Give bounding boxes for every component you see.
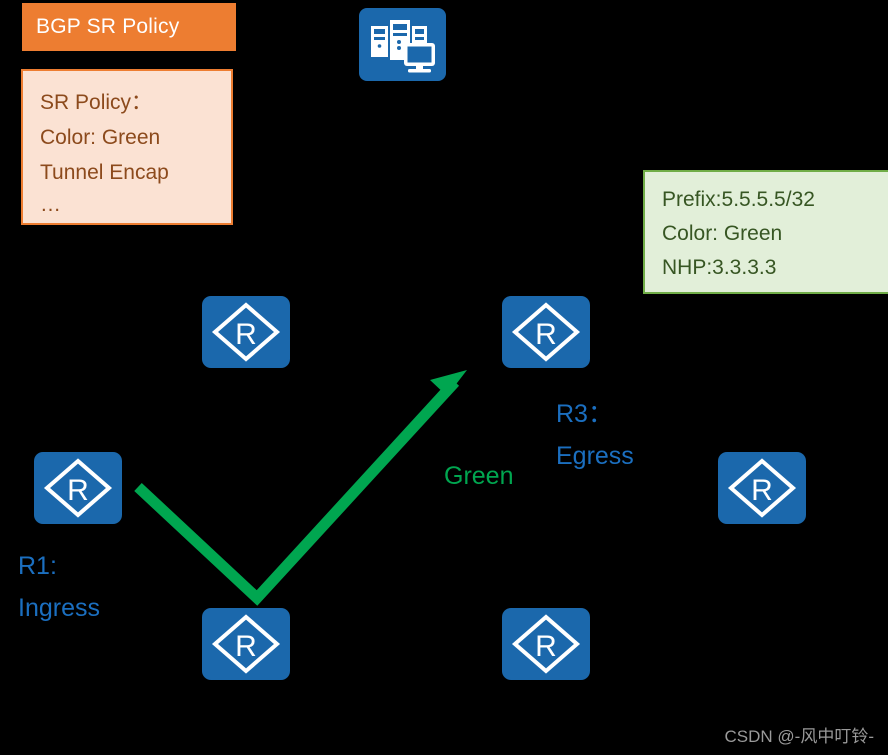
router-node-bottom-left[interactable]: R (202, 608, 290, 680)
router-label-r3-line2: Egress (556, 442, 634, 470)
router-label-r1: R1: Ingress (18, 545, 100, 629)
prefix-line-prefix: Prefix:5.5.5.5/32 (662, 188, 815, 211)
svg-text:R: R (235, 318, 257, 351)
bgp-sr-policy-header: BGP SR Policy (22, 3, 236, 51)
sr-policy-line-ellipsis: … (40, 193, 61, 216)
router-label-r1-line2: Ingress (18, 594, 100, 622)
router-node-top-left[interactable]: R (202, 296, 290, 368)
svg-text:R: R (235, 630, 257, 663)
path-label-green: Green (444, 462, 514, 490)
sr-policy-line-title: SR Policy： (40, 91, 153, 114)
router-node-mid-right[interactable]: R (718, 452, 806, 524)
prefix-line-nhp: NHP:3.3.3.3 (662, 256, 777, 279)
svg-text:R: R (67, 474, 89, 507)
svg-text:R: R (751, 474, 773, 507)
svg-text:R: R (535, 318, 557, 351)
svg-text:R: R (535, 630, 557, 663)
diagram-canvas: BGP SR Policy SR Policy： Color: Green Tu… (0, 0, 888, 755)
sr-policy-details-box: SR Policy： Color: Green Tunnel Encap … (21, 69, 233, 225)
router-node-bottom-right[interactable]: R (502, 608, 590, 680)
sr-policy-line-tunnel-encap: Tunnel Encap (40, 161, 169, 184)
bgp-sr-policy-header-label: BGP SR Policy (36, 15, 180, 38)
server-monitor-icon[interactable] (359, 8, 446, 81)
router-label-r3: R3： Egress (556, 393, 634, 477)
prefix-line-color: Color: Green (662, 222, 783, 245)
router-label-r1-line1: R1: (18, 552, 57, 580)
prefix-route-box: Prefix:5.5.5.5/32 Color: Green NHP:3.3.3… (643, 170, 888, 294)
watermark: CSDN @-风中叮铃- (724, 727, 874, 746)
router-node-r1[interactable]: R (34, 452, 122, 524)
router-label-r3-line1: R3： (556, 400, 613, 428)
router-node-top-right[interactable]: R (502, 296, 590, 368)
sr-policy-line-color: Color: Green (40, 126, 161, 149)
